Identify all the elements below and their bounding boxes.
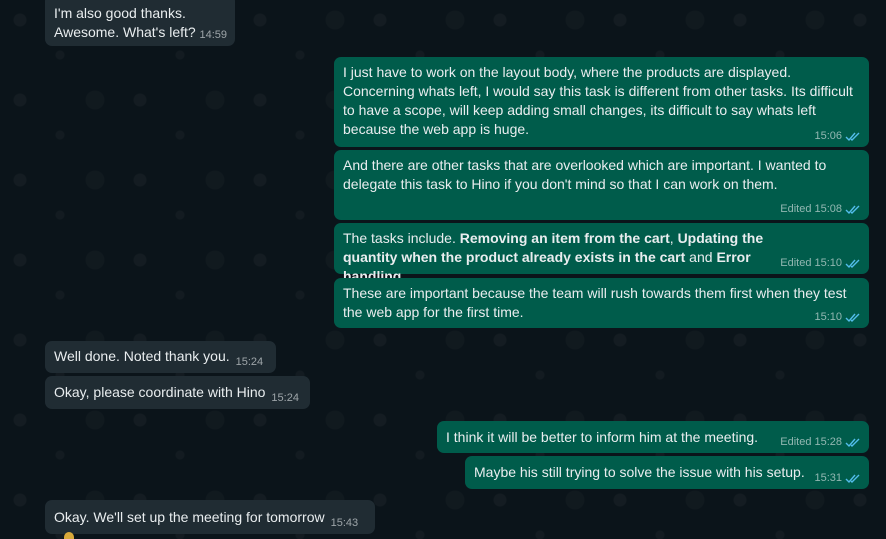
message-meta: 15:06 [814,130,861,143]
message-outgoing[interactable]: Maybe his still trying to solve the issu… [465,456,869,489]
message-incoming[interactable]: Well done. Noted thank you. 15:24 [45,341,276,373]
message-outgoing[interactable]: I just have to work on the layout body, … [334,57,869,147]
message-time: 14:59 [199,29,227,41]
double-check-icon [845,473,861,484]
double-check-icon [845,131,861,142]
edited-label: Edited [780,436,812,448]
message-text: I think it will be better to inform him … [446,429,759,445]
message-time: 15:28 [814,436,842,448]
double-check-icon [845,258,861,269]
message-bold-text: Removing an item from the cart [459,230,670,246]
message-outgoing[interactable]: These are important because the team wil… [334,278,869,328]
message-meta: Edited 15:08 [780,203,861,216]
message-outgoing[interactable]: And there are other tasks that are overl… [334,150,869,220]
double-check-icon [845,437,861,448]
reaction-emoji-icon[interactable] [64,532,74,539]
message-text: I just have to work on the layout body, … [343,64,853,137]
double-check-icon [845,312,861,323]
edited-label: Edited [780,257,812,269]
message-meta: 14:59 [199,29,227,42]
message-outgoing[interactable]: I think it will be better to inform him … [437,421,869,453]
message-incoming[interactable]: I'm also good thanks. Awesome. What's le… [45,0,235,46]
message-text-part: , [669,230,678,246]
message-text: Maybe his still trying to solve the issu… [474,464,805,480]
chat-message-pane[interactable]: I'm also good thanks. Awesome. What's le… [0,0,886,539]
message-time: 15:06 [814,130,842,142]
double-check-icon [845,204,861,215]
edited-label: Edited [780,203,812,215]
message-text-part: The tasks include. [343,230,460,246]
message-meta: 15:10 [814,311,861,324]
message-incoming[interactable]: Okay. We'll set up the meeting for tomor… [45,500,375,534]
message-text: Well done. Noted thank you. [54,348,230,364]
message-text: Okay. We'll set up the meeting for tomor… [54,509,325,525]
message-time: 15:24 [235,356,264,368]
message-text: Okay, please coordinate with Hino [54,384,266,400]
message-text-part: and [685,249,717,265]
message-time: 15:10 [814,311,842,323]
message-time: 15:08 [814,203,842,215]
message-meta: Edited 15:28 [780,436,861,449]
message-time: 15:24 [271,392,299,404]
message-text: And there are other tasks that are overl… [343,157,827,192]
message-time: 15:31 [814,472,842,484]
message-time: 15:10 [814,257,842,269]
message-text: These are important because the team wil… [343,285,847,320]
message-meta: Edited 15:10 [780,257,861,270]
message-meta: 15:31 [814,472,861,485]
message-outgoing[interactable]: The tasks include. Removing an item from… [334,223,869,284]
message-incoming[interactable]: Okay, please coordinate with Hino 15:24 [45,376,310,409]
message-time: 15:43 [330,517,359,529]
